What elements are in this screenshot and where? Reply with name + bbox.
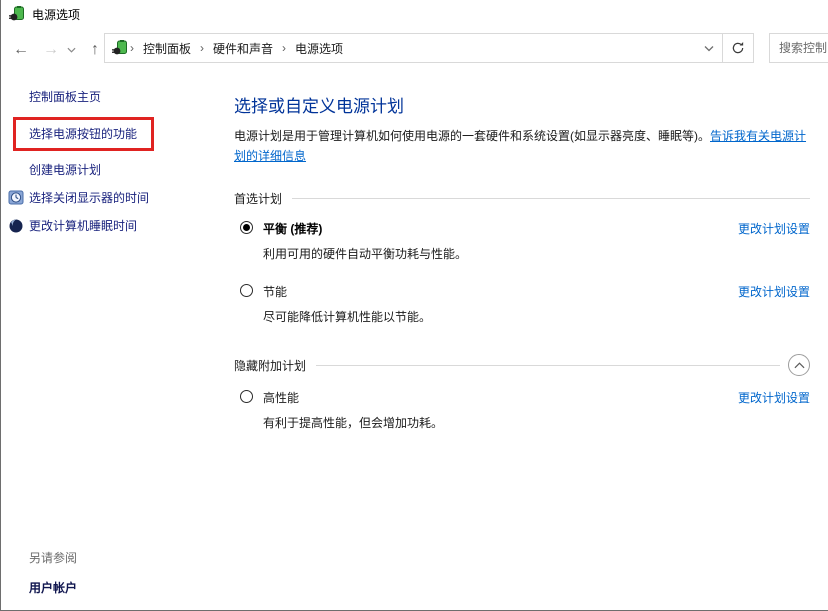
breadcrumb-power-options[interactable]: 电源选项 [288, 40, 350, 57]
window-title: 电源选项 [32, 6, 80, 23]
breadcrumb-app-icon [112, 40, 128, 56]
page-title: 选择或自定义电源计划 [234, 92, 810, 117]
radio-high-performance[interactable] [240, 390, 253, 403]
display-clock-icon [8, 190, 24, 206]
recent-pages-dropdown-icon[interactable] [63, 37, 79, 63]
sidebar-highlight-wrap: 选择电源按钮的功能 [13, 117, 216, 151]
sleep-moon-icon [8, 218, 24, 234]
change-plan-settings-link-high-performance[interactable]: 更改计划设置 [738, 389, 810, 406]
plan-power-saver: 节能 更改计划设置 尽可能降低计算机性能以节能。 [240, 283, 810, 325]
sidebar-item-control-panel-home[interactable]: 控制面板主页 [29, 88, 216, 105]
power-options-app-icon [9, 6, 25, 22]
section-rule [292, 198, 810, 199]
plan-high-performance: 高性能 更改计划设置 有利于提高性能，但会增加功耗。 [240, 389, 810, 431]
plan-power-saver-name[interactable]: 节能 [263, 285, 287, 299]
main-content: 选择或自定义电源计划 电源计划是用于管理计算机如何使用电源的一套硬件和系统设置(… [216, 72, 828, 609]
search-box [769, 33, 828, 63]
forward-button[interactable]: → [39, 37, 63, 63]
breadcrumb-hardware-sound[interactable]: 硬件和声音 [206, 40, 280, 57]
see-also-section: 另请参阅 用户帐户 [29, 549, 77, 596]
sidebar-item-computer-sleep-time[interactable]: 更改计算机睡眠时间 [29, 217, 137, 234]
sidebar-item-user-accounts[interactable]: 用户帐户 [29, 579, 77, 596]
plan-balanced-description: 利用可用的硬件自动平衡功耗与性能。 [263, 245, 810, 262]
plan-power-saver-description: 尽可能降低计算机性能以节能。 [263, 308, 810, 325]
breadcrumb-control-panel[interactable]: 控制面板 [136, 40, 198, 57]
navigation-bar: ← → ↑ › 控制面板 › 硬件和声音 › 电源选项 [1, 28, 828, 72]
breadcrumb-separator: › [280, 41, 288, 55]
sidebar-item-power-button-function[interactable]: 选择电源按钮的功能 [29, 127, 137, 141]
section-rule [316, 365, 780, 366]
see-also-header: 另请参阅 [29, 549, 77, 566]
intro-text: 电源计划是用于管理计算机如何使用电源的一套硬件和系统设置(如显示器亮度、睡眠等)… [234, 129, 710, 143]
sidebar-row-display-off-time[interactable]: 选择关闭显示器的时间 [8, 189, 216, 206]
intro-paragraph: 电源计划是用于管理计算机如何使用电源的一套硬件和系统设置(如显示器亮度、睡眠等)… [234, 126, 816, 166]
hidden-plans-label: 隐藏附加计划 [234, 357, 306, 374]
annotation-highlight-box: 选择电源按钮的功能 [13, 117, 154, 151]
title-bar: 电源选项 [1, 0, 828, 28]
plan-high-performance-name[interactable]: 高性能 [263, 391, 299, 405]
change-plan-settings-link-balanced[interactable]: 更改计划设置 [738, 220, 810, 237]
address-dropdown-icon[interactable] [696, 34, 722, 62]
breadcrumb-separator: › [128, 41, 136, 55]
sidebar-row-sleep-time[interactable]: 更改计算机睡眠时间 [8, 217, 216, 234]
radio-balanced[interactable] [240, 221, 253, 234]
preferred-plans-label: 首选计划 [234, 190, 282, 207]
address-bar[interactable]: › 控制面板 › 硬件和声音 › 电源选项 [104, 33, 754, 63]
breadcrumb-separator: › [198, 41, 206, 55]
radio-power-saver[interactable] [240, 284, 253, 297]
power-options-window: 电源选项 ← → ↑ › 控制面板 › 硬件和声音 › 电源选项 [0, 0, 828, 611]
change-plan-settings-link-power-saver[interactable]: 更改计划设置 [738, 283, 810, 300]
search-input[interactable] [770, 34, 828, 62]
plan-balanced: 平衡 (推荐) 更改计划设置 利用可用的硬件自动平衡功耗与性能。 [240, 220, 810, 262]
collapse-section-button[interactable] [788, 354, 810, 376]
hidden-plans-section-header: 隐藏附加计划 [234, 354, 810, 376]
plan-high-performance-description: 有利于提高性能，但会增加功耗。 [263, 414, 810, 431]
preferred-plans-section-header: 首选计划 [234, 190, 810, 207]
chevron-up-icon [794, 362, 805, 369]
refresh-icon[interactable] [723, 34, 753, 62]
sidebar-item-create-power-plan[interactable]: 创建电源计划 [29, 161, 216, 178]
sidebar-item-display-off-time[interactable]: 选择关闭显示器的时间 [29, 189, 149, 206]
back-button[interactable]: ← [9, 37, 33, 63]
plan-balanced-name[interactable]: 平衡 (推荐) [263, 222, 322, 236]
sidebar: 控制面板主页 选择电源按钮的功能 创建电源计划 选择关闭显示器的时间 更改计算机… [1, 72, 216, 609]
